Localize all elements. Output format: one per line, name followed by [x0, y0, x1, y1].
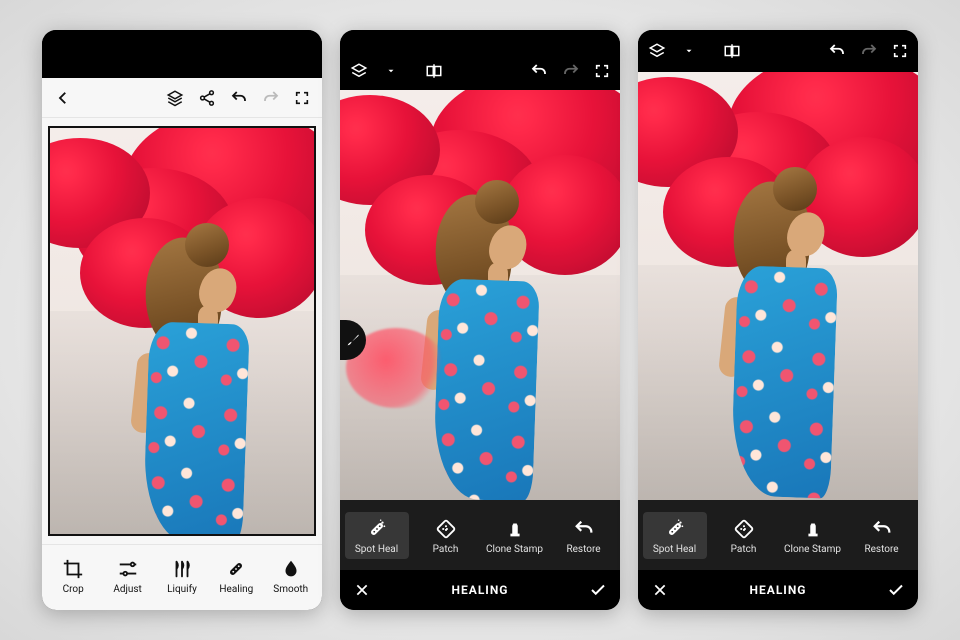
heal-tool-restore[interactable]: Restore: [552, 512, 616, 559]
layers-icon[interactable]: [166, 89, 184, 107]
top-toolbar: [42, 78, 322, 118]
redo-icon[interactable]: [262, 89, 280, 107]
heal-tool-label: Restore: [864, 544, 898, 555]
tool-liquify[interactable]: Liquify: [156, 558, 208, 595]
compare-icon[interactable]: [424, 62, 444, 80]
editor-canvas[interactable]: [42, 118, 322, 544]
heal-tool-label: Clone Stamp: [784, 544, 841, 555]
phone-screen-2: Spot Heal Patch Clone Stamp Restore HEAL…: [340, 30, 620, 610]
heal-tool-restore[interactable]: Restore: [850, 512, 914, 559]
chevron-down-icon[interactable]: [386, 66, 396, 76]
tool-label: Adjust: [113, 584, 142, 595]
chevron-down-icon[interactable]: [684, 46, 694, 56]
status-bar: [42, 30, 322, 78]
top-toolbar: [638, 30, 918, 72]
footer-title: HEALING: [374, 583, 586, 597]
edited-image: [638, 72, 918, 500]
healing-tools-row: Spot Heal Patch Clone Stamp Restore: [340, 500, 620, 570]
heal-tool-label: Patch: [433, 544, 459, 555]
tool-label: Crop: [63, 584, 84, 595]
editor-canvas[interactable]: [638, 72, 918, 500]
share-icon[interactable]: [198, 89, 216, 107]
top-toolbar: [340, 52, 620, 90]
edited-image: [340, 90, 620, 500]
healing-tools-row: Spot Heal Patch Clone Stamp Restore: [638, 500, 918, 570]
heal-tool-label: Spot Heal: [355, 544, 398, 555]
accept-button[interactable]: [884, 581, 908, 599]
fullscreen-icon[interactable]: [294, 90, 310, 106]
redo-icon[interactable]: [860, 42, 878, 60]
heal-tool-patch[interactable]: Patch: [414, 512, 478, 559]
heal-tool-label: Patch: [731, 544, 757, 555]
phone-screen-3: Spot Heal Patch Clone Stamp Restore HEAL…: [638, 30, 918, 610]
accept-button[interactable]: [586, 581, 610, 599]
bottom-tool-row: Crop Adjust Liquify Healing Smooth: [42, 544, 322, 610]
undo-icon[interactable]: [530, 62, 548, 80]
heal-tool-label: Restore: [566, 544, 600, 555]
layers-icon[interactable]: [350, 62, 368, 80]
heal-tool-label: Spot Heal: [653, 544, 696, 555]
fullscreen-icon[interactable]: [594, 63, 610, 79]
tool-label: Healing: [219, 584, 253, 595]
heal-tool-clone[interactable]: Clone Stamp: [483, 512, 547, 559]
compare-icon[interactable]: [722, 42, 742, 60]
redo-icon[interactable]: [562, 62, 580, 80]
heal-tool-patch[interactable]: Patch: [712, 512, 776, 559]
tool-adjust[interactable]: Adjust: [102, 558, 154, 595]
heal-tool-spot[interactable]: Spot Heal: [643, 512, 707, 559]
tool-label: Liquify: [167, 584, 197, 595]
tool-crop[interactable]: Crop: [47, 558, 99, 595]
heal-tool-label: Clone Stamp: [486, 544, 543, 555]
back-button[interactable]: [54, 89, 72, 107]
status-bar: [340, 30, 620, 52]
edited-image: [50, 128, 314, 534]
undo-icon[interactable]: [828, 42, 846, 60]
footer-bar: HEALING: [638, 570, 918, 610]
cancel-button[interactable]: [648, 582, 672, 598]
footer-bar: HEALING: [340, 570, 620, 610]
phone-screen-1: Crop Adjust Liquify Healing Smooth: [42, 30, 322, 610]
heal-tool-clone[interactable]: Clone Stamp: [781, 512, 845, 559]
heal-tool-spot[interactable]: Spot Heal: [345, 512, 409, 559]
editor-canvas[interactable]: [340, 90, 620, 500]
tool-label: Smooth: [273, 584, 308, 595]
layers-icon[interactable]: [648, 42, 666, 60]
undo-icon[interactable]: [230, 89, 248, 107]
tool-healing[interactable]: Healing: [210, 558, 262, 595]
cancel-button[interactable]: [350, 582, 374, 598]
fullscreen-icon[interactable]: [892, 43, 908, 59]
tool-smooth[interactable]: Smooth: [265, 558, 317, 595]
footer-title: HEALING: [672, 583, 884, 597]
